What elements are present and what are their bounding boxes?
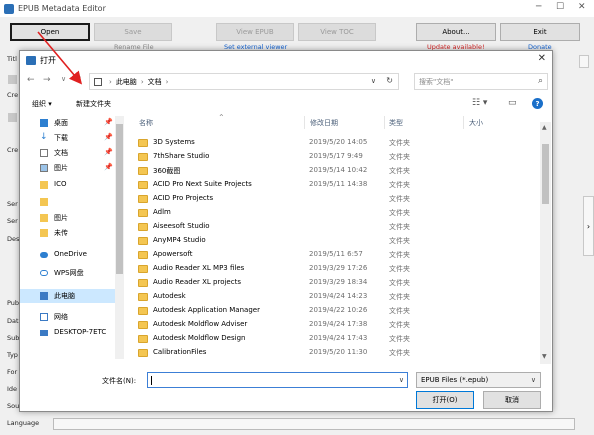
annotation-arrow-icon <box>37 31 83 85</box>
